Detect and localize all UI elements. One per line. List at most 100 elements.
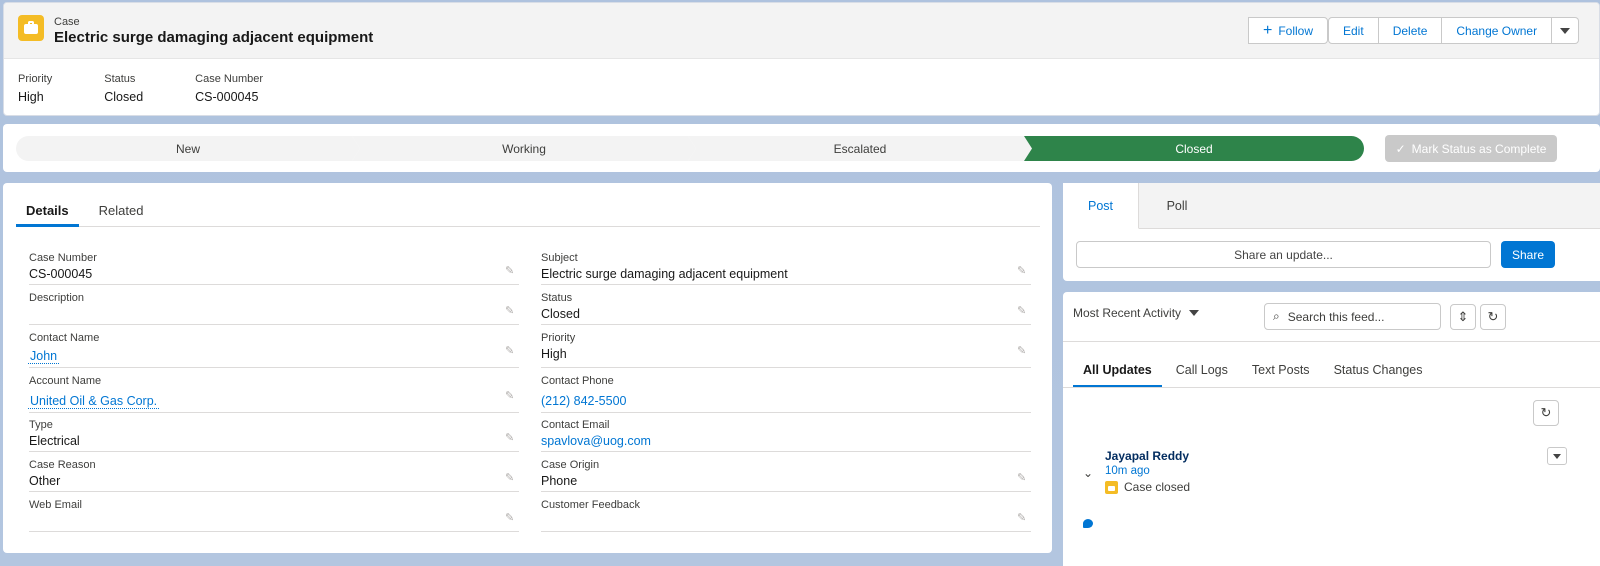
briefcase-icon bbox=[18, 15, 44, 41]
edit-button[interactable]: Edit bbox=[1328, 17, 1379, 44]
contact-name-link[interactable]: John bbox=[28, 349, 60, 364]
comment-icon[interactable] bbox=[1083, 519, 1093, 528]
pencil-icon[interactable]: ✎ bbox=[505, 512, 517, 524]
feed-search-input[interactable]: ⌕ Search this feed... bbox=[1264, 303, 1441, 330]
pencil-icon[interactable]: ✎ bbox=[505, 472, 517, 484]
refresh-button[interactable]: ↻ bbox=[1480, 304, 1506, 330]
field-case-origin: Case Origin Phone ✎ bbox=[541, 454, 1031, 492]
more-actions-button[interactable] bbox=[1552, 17, 1580, 44]
path-step-working[interactable]: Working bbox=[352, 136, 696, 161]
post-body: Case closed bbox=[1105, 480, 1190, 494]
field-web-email: Web Email ✎ bbox=[29, 494, 519, 532]
highlight-status: Status Closed bbox=[104, 73, 143, 104]
field-label: Contact Phone bbox=[541, 375, 614, 387]
field-label: Account Name bbox=[29, 375, 102, 387]
field-label: Subject bbox=[541, 252, 578, 264]
pencil-icon[interactable]: ✎ bbox=[505, 265, 517, 277]
pencil-icon[interactable]: ✎ bbox=[1017, 265, 1029, 277]
details-tabs: Details Related bbox=[16, 197, 1040, 227]
pencil-icon[interactable]: ✎ bbox=[1017, 512, 1029, 524]
tab-poll[interactable]: Poll bbox=[1139, 183, 1215, 228]
refresh-icon: ↻ bbox=[1487, 309, 1499, 324]
feed-toolbar: Most Recent Activity ⌕ Search this feed.… bbox=[1063, 292, 1600, 342]
post-timestamp-link[interactable]: 10m ago bbox=[1105, 465, 1150, 477]
refresh-icon: ↻ bbox=[1540, 405, 1552, 420]
pencil-icon[interactable]: ✎ bbox=[505, 432, 517, 444]
share-update-input[interactable]: Share an update... bbox=[1076, 241, 1491, 268]
pencil-icon[interactable]: ✎ bbox=[505, 390, 517, 402]
delete-button[interactable]: Delete bbox=[1378, 17, 1443, 44]
sort-label: Most Recent Activity bbox=[1073, 306, 1182, 320]
object-label: Case bbox=[54, 16, 80, 28]
contact-phone-link[interactable]: (212) 842-5500 bbox=[541, 394, 626, 408]
field-label: Case Reason bbox=[29, 459, 96, 471]
field-value: CS-000045 bbox=[29, 267, 93, 281]
tab-all-updates[interactable]: All Updates bbox=[1073, 358, 1162, 388]
mark-status-complete-button[interactable]: ✓ Mark Status as Complete bbox=[1385, 135, 1557, 162]
status-path: New Working Escalated Closed ✓ Mark Stat… bbox=[3, 124, 1600, 172]
publisher-tabs: Post Poll bbox=[1063, 183, 1600, 229]
pencil-icon[interactable]: ✎ bbox=[1017, 472, 1029, 484]
field-type: Type Electrical ✎ bbox=[29, 414, 519, 452]
search-icon: ⌕ bbox=[1273, 309, 1280, 323]
highlight-case-number: Case Number CS-000045 bbox=[195, 73, 263, 104]
chevron-down-icon[interactable]: ⌄ bbox=[1083, 466, 1093, 480]
tab-related[interactable]: Related bbox=[89, 197, 154, 227]
chatter-feed: Most Recent Activity ⌕ Search this feed.… bbox=[1063, 292, 1600, 566]
field-label: Description bbox=[29, 292, 85, 304]
field-value: Electrical bbox=[29, 434, 80, 448]
field-value: Electric surge damaging adjacent equipme… bbox=[541, 267, 788, 281]
post-actions-menu[interactable] bbox=[1547, 447, 1567, 465]
post-author-link[interactable]: Jayapal Reddy bbox=[1105, 449, 1189, 463]
field-customer-feedback: Customer Feedback ✎ bbox=[541, 494, 1031, 532]
change-owner-button[interactable]: Change Owner bbox=[1442, 17, 1553, 44]
highlight-label: Case Number bbox=[195, 73, 264, 85]
field-subject: Subject Electric surge damaging adjacent… bbox=[541, 247, 1031, 285]
highlight-value: CS-000045 bbox=[195, 90, 259, 104]
account-name-link[interactable]: United Oil & Gas Corp. bbox=[28, 394, 160, 409]
field-priority: Priority High ✎ bbox=[541, 327, 1031, 368]
collapse-icon: ⇕ bbox=[1457, 309, 1469, 324]
field-label: Contact Email bbox=[541, 419, 610, 431]
highlight-value: High bbox=[18, 90, 44, 104]
pencil-icon[interactable]: ✎ bbox=[505, 345, 517, 357]
chevron-down-icon bbox=[1560, 27, 1571, 34]
field-label: Type bbox=[29, 419, 53, 431]
check-icon: ✓ bbox=[1395, 141, 1406, 156]
pencil-icon[interactable]: ✎ bbox=[505, 305, 517, 317]
path-step-closed[interactable]: Closed bbox=[1024, 136, 1364, 161]
contact-email-link[interactable]: spavlova@uog.com bbox=[541, 434, 651, 448]
feed-refresh-button[interactable]: ↻ bbox=[1533, 400, 1559, 426]
highlight-label: Status bbox=[104, 73, 136, 85]
collapse-all-button[interactable]: ⇕ bbox=[1450, 304, 1476, 330]
field-case-number: Case Number CS-000045 ✎ bbox=[29, 247, 519, 285]
mark-complete-label: Mark Status as Complete bbox=[1411, 141, 1547, 156]
highlight-priority: Priority High bbox=[18, 73, 52, 104]
field-value: Phone bbox=[541, 474, 578, 488]
case-icon bbox=[1105, 480, 1118, 494]
field-status: Status Closed ✎ bbox=[541, 287, 1031, 325]
tab-call-logs[interactable]: Call Logs bbox=[1166, 358, 1238, 388]
post-text: Case closed bbox=[1124, 480, 1191, 494]
field-description: Description ✎ bbox=[29, 287, 519, 325]
tab-text-posts[interactable]: Text Posts bbox=[1242, 358, 1320, 388]
field-label: Case Number bbox=[29, 252, 97, 264]
pencil-icon[interactable]: ✎ bbox=[1017, 345, 1029, 357]
highlight-label: Priority bbox=[18, 73, 53, 85]
field-label: Customer Feedback bbox=[541, 499, 641, 511]
field-account-name: Account Name United Oil & Gas Corp. ✎ bbox=[28, 370, 519, 413]
tab-status-changes[interactable]: Status Changes bbox=[1324, 358, 1433, 388]
tab-details[interactable]: Details bbox=[16, 197, 79, 227]
share-button[interactable]: Share bbox=[1501, 241, 1555, 268]
pencil-icon[interactable]: ✎ bbox=[1017, 305, 1029, 317]
path-step-escalated[interactable]: Escalated bbox=[688, 136, 1032, 161]
sort-dropdown[interactable]: Most Recent Activity bbox=[1073, 306, 1200, 320]
divider bbox=[1063, 387, 1600, 388]
path-step-new[interactable]: New bbox=[16, 136, 360, 161]
follow-button[interactable]: + Follow bbox=[1248, 17, 1329, 44]
header-top: Case Electric surge damaging adjacent eq… bbox=[4, 3, 1599, 59]
field-label: Status bbox=[541, 292, 573, 304]
chatter-publisher: Post Poll Share an update... Share bbox=[1063, 183, 1600, 281]
tab-post[interactable]: Post bbox=[1063, 183, 1139, 229]
field-value: Closed bbox=[541, 307, 580, 321]
